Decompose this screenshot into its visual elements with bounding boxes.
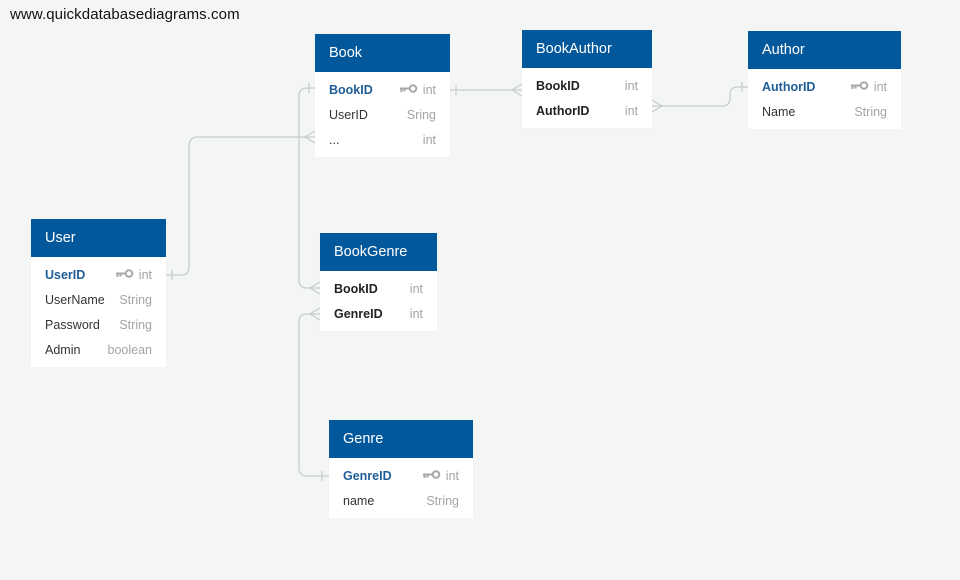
table-author[interactable]: Author AuthorID int Name String xyxy=(748,31,901,129)
link-bookauthor-author xyxy=(652,86,748,107)
column-name: BookID xyxy=(536,79,580,93)
table-bookauthor[interactable]: BookAuthor BookID int AuthorID int xyxy=(522,30,652,128)
column-type: String xyxy=(119,318,152,332)
column-type: int xyxy=(422,83,436,97)
table-row[interactable]: ... int xyxy=(315,128,450,153)
column-name: Admin xyxy=(45,343,81,357)
column-type: String xyxy=(119,293,152,307)
table-genre[interactable]: Genre GenreID int name String xyxy=(329,420,473,518)
table-row[interactable]: UserName String xyxy=(31,288,166,313)
table-row[interactable]: UserID int xyxy=(31,263,166,288)
column-name: UserID xyxy=(45,268,86,282)
table-user[interactable]: User UserID int UserName String Password… xyxy=(31,219,166,367)
column-type: int xyxy=(422,133,436,147)
table-book-title: Book xyxy=(315,34,450,72)
column-type: int xyxy=(873,80,887,94)
column-name: BookID xyxy=(334,282,378,296)
table-row[interactable]: name String xyxy=(329,489,473,514)
column-name: GenreID xyxy=(334,307,383,321)
column-type: String xyxy=(854,105,887,119)
column-type: int xyxy=(445,469,459,483)
column-name: AuthorID xyxy=(536,104,590,118)
table-row[interactable]: BookID int xyxy=(315,78,450,103)
column-type: String xyxy=(426,494,459,508)
table-row[interactable]: GenreID int xyxy=(329,464,473,489)
table-genre-title: Genre xyxy=(329,420,473,458)
column-name: AuthorID xyxy=(762,80,816,94)
table-user-title: User xyxy=(31,219,166,257)
table-row[interactable]: Name String xyxy=(748,100,901,125)
table-row[interactable]: UserID Sring xyxy=(315,103,450,128)
primary-key-icon xyxy=(400,84,418,93)
link-genre-bookgenre xyxy=(298,313,329,477)
table-row[interactable]: GenreID int xyxy=(320,302,437,327)
column-name: Name xyxy=(762,105,796,119)
column-type: int xyxy=(624,79,638,93)
primary-key-icon xyxy=(116,269,134,278)
column-name: name xyxy=(343,494,375,508)
table-bookauthor-title: BookAuthor xyxy=(522,30,652,68)
column-name: UserName xyxy=(45,293,105,307)
table-row[interactable]: BookID int xyxy=(522,74,652,99)
column-name: GenreID xyxy=(343,469,392,483)
primary-key-icon xyxy=(851,81,869,90)
table-author-title: Author xyxy=(748,31,901,69)
table-row[interactable]: Admin boolean xyxy=(31,338,166,363)
column-type: int xyxy=(409,282,423,296)
table-bookgenre-title: BookGenre xyxy=(320,233,437,271)
table-book[interactable]: Book BookID int UserID Sring ... int xyxy=(315,34,450,157)
table-row[interactable]: AuthorID int xyxy=(748,75,901,100)
column-type: boolean xyxy=(107,343,153,357)
table-row[interactable]: BookID int xyxy=(320,277,437,302)
primary-key-icon xyxy=(423,470,441,479)
table-row[interactable]: AuthorID int xyxy=(522,99,652,124)
column-name: Password xyxy=(45,318,100,332)
column-type: int xyxy=(409,307,423,321)
column-type: int xyxy=(624,104,638,118)
column-name: UserID xyxy=(329,108,368,122)
column-type: Sring xyxy=(406,108,436,122)
table-bookgenre[interactable]: BookGenre BookID int GenreID int xyxy=(320,233,437,331)
link-user-book xyxy=(166,136,315,276)
column-name: ... xyxy=(329,133,340,147)
table-row[interactable]: Password String xyxy=(31,313,166,338)
column-name: BookID xyxy=(329,83,373,97)
column-type: int xyxy=(138,268,152,282)
